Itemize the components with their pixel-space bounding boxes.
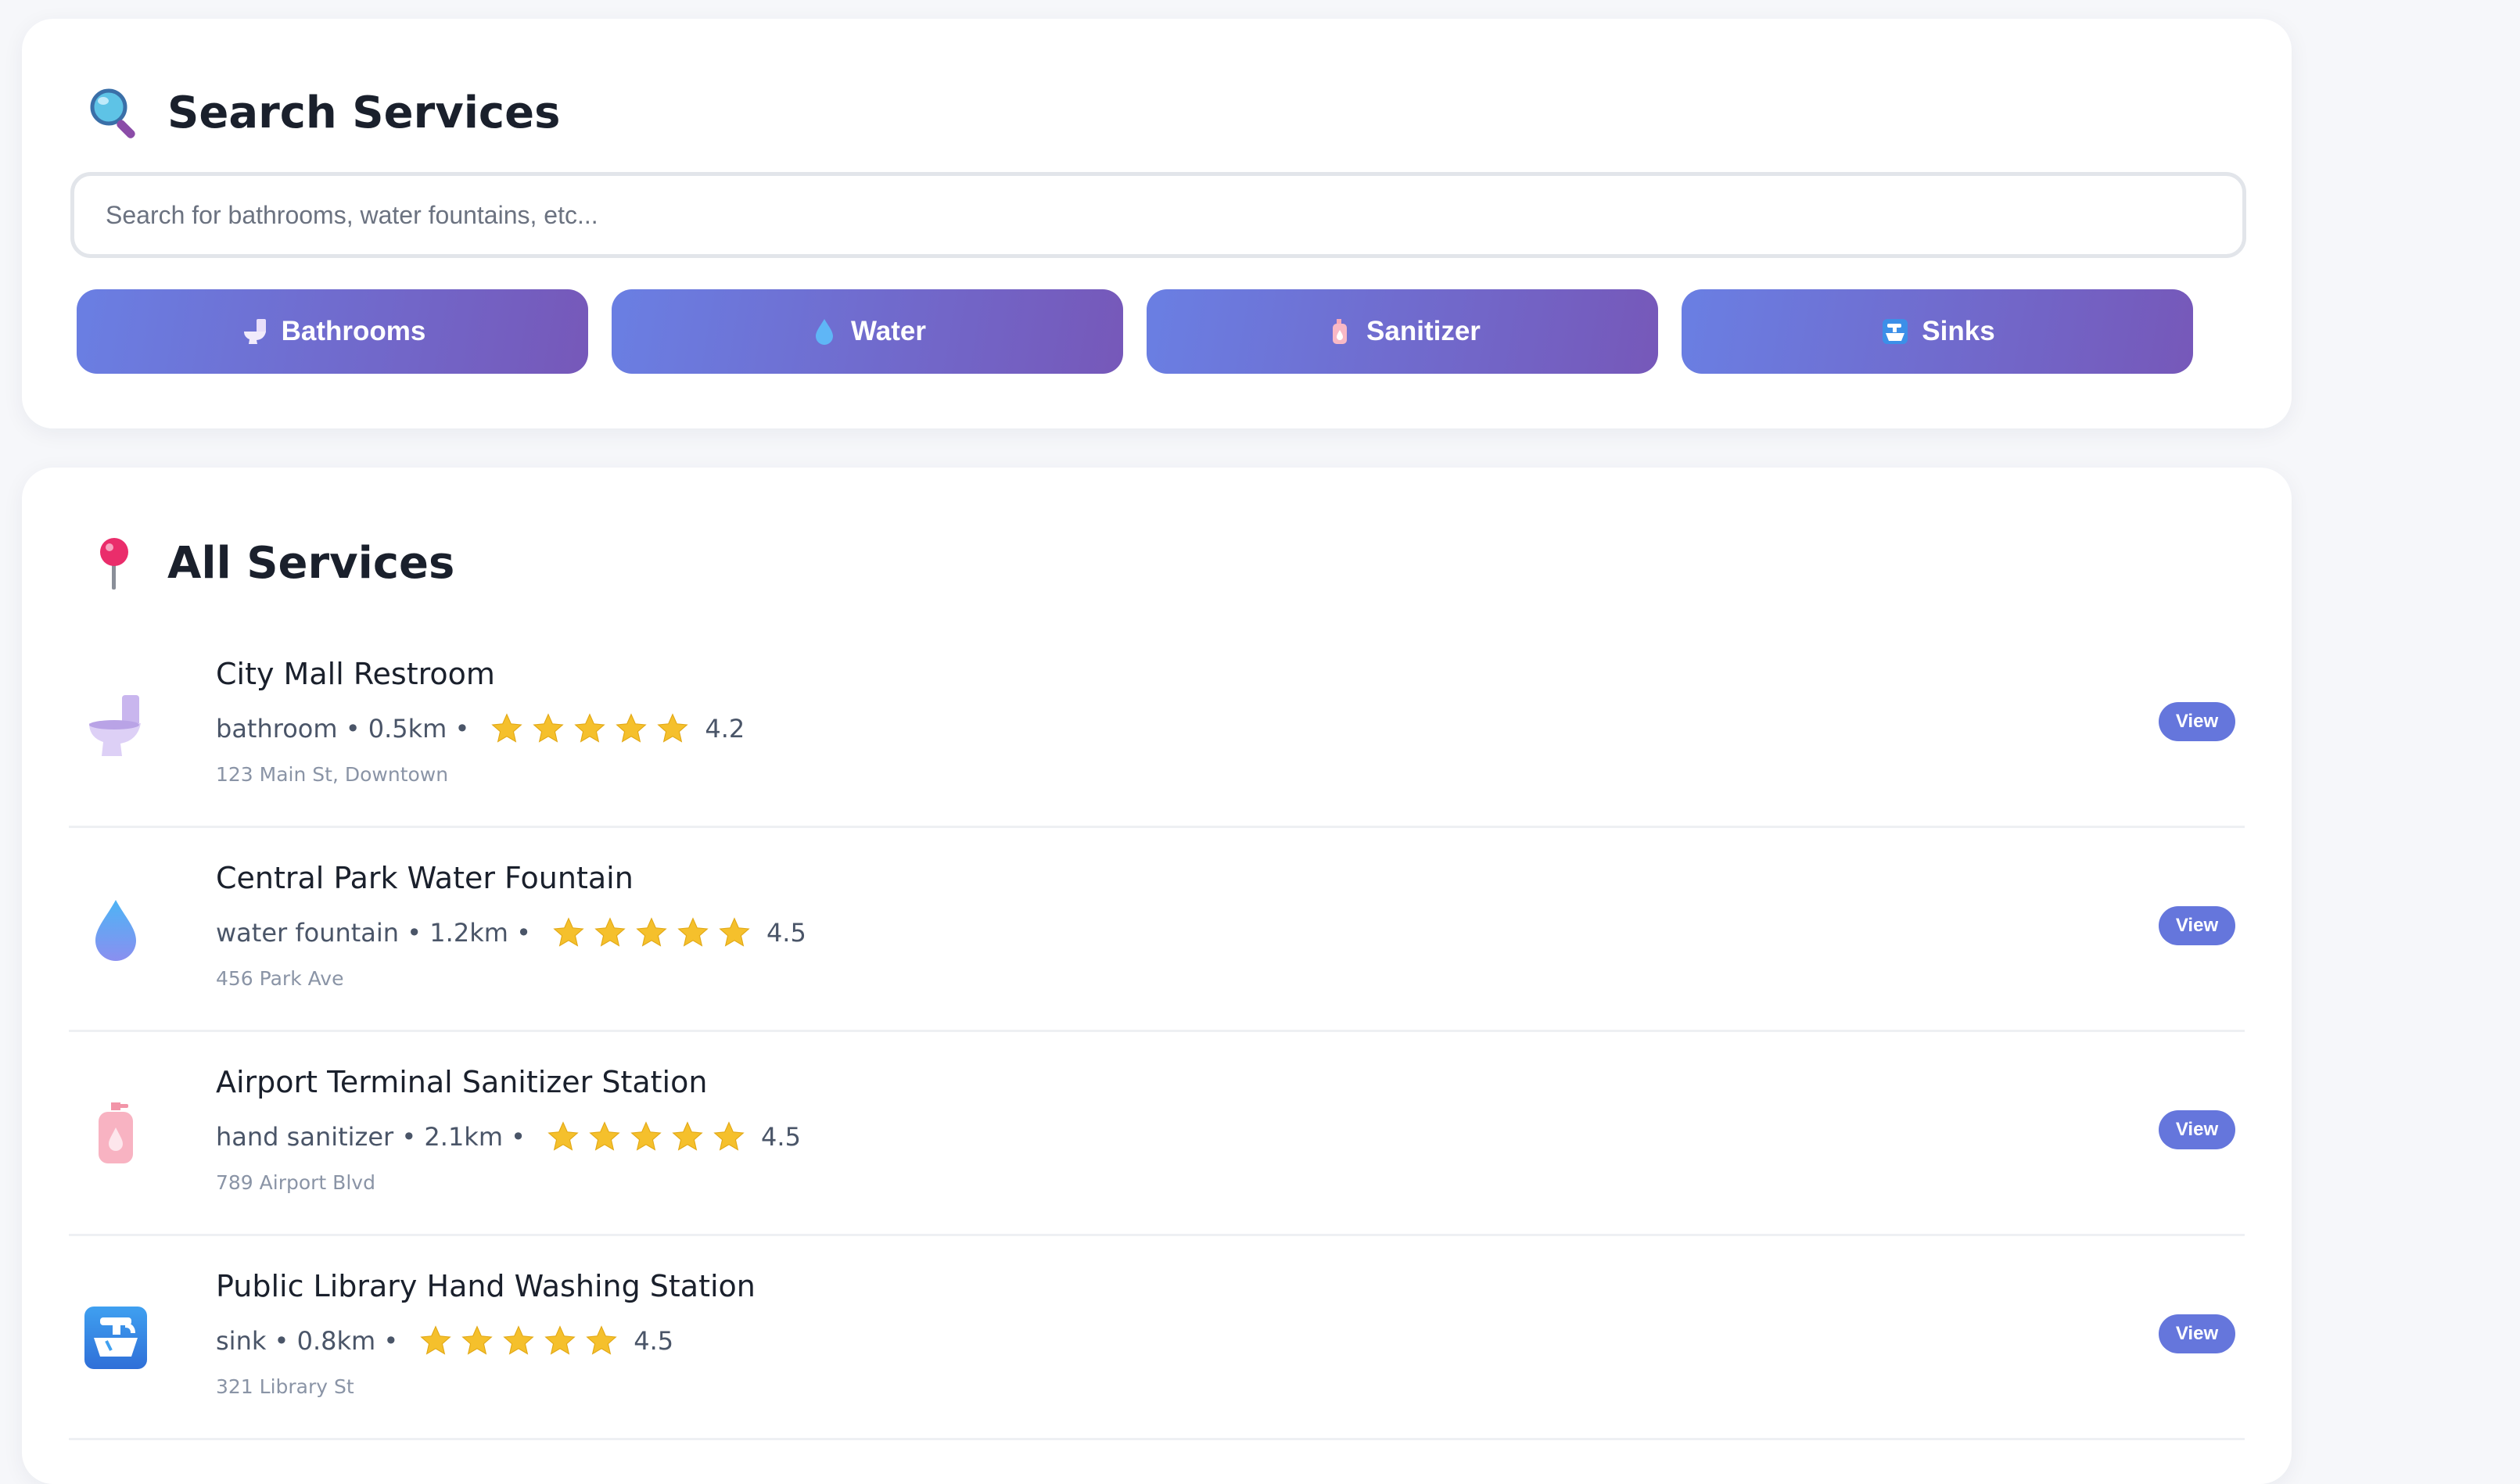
- star-icon: [503, 1325, 534, 1355]
- filter-bathrooms-label: Bathrooms: [281, 316, 426, 346]
- service-address: 123 Main St, Downtown: [216, 763, 449, 786]
- star-icon: [491, 713, 523, 743]
- service-distance: 1.2km: [429, 918, 508, 948]
- service-name: Airport Terminal Sanitizer Station: [216, 1065, 708, 1099]
- star-icon: [420, 1325, 451, 1355]
- service-meta: sink • 0.8km • 4.5: [216, 1324, 673, 1358]
- star-rating: [546, 1120, 753, 1154]
- star-icon: [636, 917, 667, 947]
- meta-separator: •: [399, 918, 430, 948]
- view-button[interactable]: View: [2159, 906, 2235, 945]
- droplet-icon: [809, 316, 840, 347]
- meta-separator: •: [447, 714, 470, 744]
- service-row-library-hand-washing-station: Public Library Hand Washing Station sink…: [69, 1236, 2245, 1440]
- service-name: Central Park Water Fountain: [216, 861, 634, 895]
- star-icon: [589, 1121, 620, 1151]
- map-pin-icon: [77, 525, 152, 600]
- all-services-title: All Services: [167, 537, 455, 589]
- service-distance: 0.8km: [296, 1326, 376, 1356]
- view-button[interactable]: View: [2159, 702, 2235, 741]
- filter-bathrooms-button[interactable]: Bathrooms: [77, 289, 588, 374]
- service-address: 321 Library St: [216, 1375, 354, 1398]
- toilet-icon: [239, 316, 271, 347]
- star-icon: [630, 1121, 662, 1151]
- magnifier-icon: [77, 75, 152, 150]
- faucet-icon: [69, 1291, 163, 1385]
- star-icon: [574, 713, 606, 743]
- service-rating: 4.5: [761, 1122, 801, 1152]
- star-rating: [551, 916, 759, 950]
- meta-separator: •: [503, 1122, 526, 1152]
- service-name: City Mall Restroom: [216, 657, 495, 691]
- meta-separator: •: [375, 1326, 399, 1356]
- filter-water-label: Water: [851, 316, 926, 346]
- sanitizer-bottle-icon: [69, 1087, 163, 1181]
- service-row-airport-sanitizer-station: Airport Terminal Sanitizer Station hand …: [69, 1032, 2245, 1236]
- star-rating: [490, 712, 697, 746]
- filter-sinks-button[interactable]: Sinks: [1682, 289, 2193, 374]
- star-icon: [657, 713, 689, 743]
- star-icon: [547, 1121, 579, 1151]
- service-type: sink: [216, 1326, 267, 1356]
- service-type: bathroom: [216, 714, 338, 744]
- filter-water-button[interactable]: Water: [612, 289, 1123, 374]
- star-icon: [677, 917, 709, 947]
- star-icon: [616, 713, 648, 743]
- service-distance: 0.5km: [368, 714, 447, 744]
- star-icon: [594, 917, 626, 947]
- search-services-title: Search Services: [167, 87, 561, 138]
- service-meta: hand sanitizer • 2.1km • 4.5: [216, 1120, 801, 1154]
- service-name: Public Library Hand Washing Station: [216, 1269, 756, 1303]
- service-list: City Mall Restroom bathroom • 0.5km • 4.…: [69, 624, 2245, 1440]
- all-services-card: All Services City Mall Restroom bathroom…: [22, 468, 2292, 1484]
- filter-sinks-label: Sinks: [1922, 316, 1995, 346]
- star-icon: [533, 713, 565, 743]
- view-button[interactable]: View: [2159, 1314, 2235, 1353]
- meta-separator: •: [393, 1122, 425, 1152]
- search-services-card: Search Services Bathrooms Water: [22, 19, 2292, 428]
- service-rating: 4.5: [766, 918, 806, 948]
- toilet-icon: [69, 679, 163, 772]
- meta-separator: •: [508, 918, 531, 948]
- service-address: 789 Airport Blvd: [216, 1171, 375, 1194]
- star-icon: [586, 1325, 617, 1355]
- faucet-icon: [1879, 316, 1911, 347]
- star-icon: [719, 917, 750, 947]
- meta-separator: •: [266, 1326, 297, 1356]
- service-row-city-mall-restroom: City Mall Restroom bathroom • 0.5km • 4.…: [69, 624, 2245, 828]
- droplet-icon: [69, 883, 163, 977]
- service-type: hand sanitizer: [216, 1122, 394, 1152]
- service-rating: 4.2: [705, 714, 745, 744]
- star-icon: [713, 1121, 745, 1151]
- star-rating: [418, 1324, 626, 1358]
- service-meta: bathroom • 0.5km • 4.2: [216, 712, 745, 746]
- star-icon: [461, 1325, 493, 1355]
- search-services-heading: Search Services: [77, 73, 560, 152]
- service-type: water fountain: [216, 918, 400, 948]
- star-icon: [544, 1325, 576, 1355]
- meta-separator: •: [337, 714, 368, 744]
- star-icon: [672, 1121, 703, 1151]
- filter-sanitizer-label: Sanitizer: [1366, 316, 1481, 346]
- service-address: 456 Park Ave: [216, 967, 344, 990]
- search-input[interactable]: [70, 172, 2246, 258]
- service-meta: water fountain • 1.2km • 4.5: [216, 916, 806, 950]
- service-rating: 4.5: [634, 1326, 674, 1356]
- filter-sanitizer-button[interactable]: Sanitizer: [1147, 289, 1658, 374]
- all-services-heading: All Services: [77, 524, 454, 602]
- service-row-central-park-water-fountain: Central Park Water Fountain water founta…: [69, 828, 2245, 1032]
- filter-buttons: Bathrooms Water Sanitizer Sinks: [77, 289, 2259, 374]
- view-button[interactable]: View: [2159, 1110, 2235, 1149]
- sanitizer-bottle-icon: [1324, 316, 1355, 347]
- service-distance: 2.1km: [424, 1122, 503, 1152]
- star-icon: [553, 917, 584, 947]
